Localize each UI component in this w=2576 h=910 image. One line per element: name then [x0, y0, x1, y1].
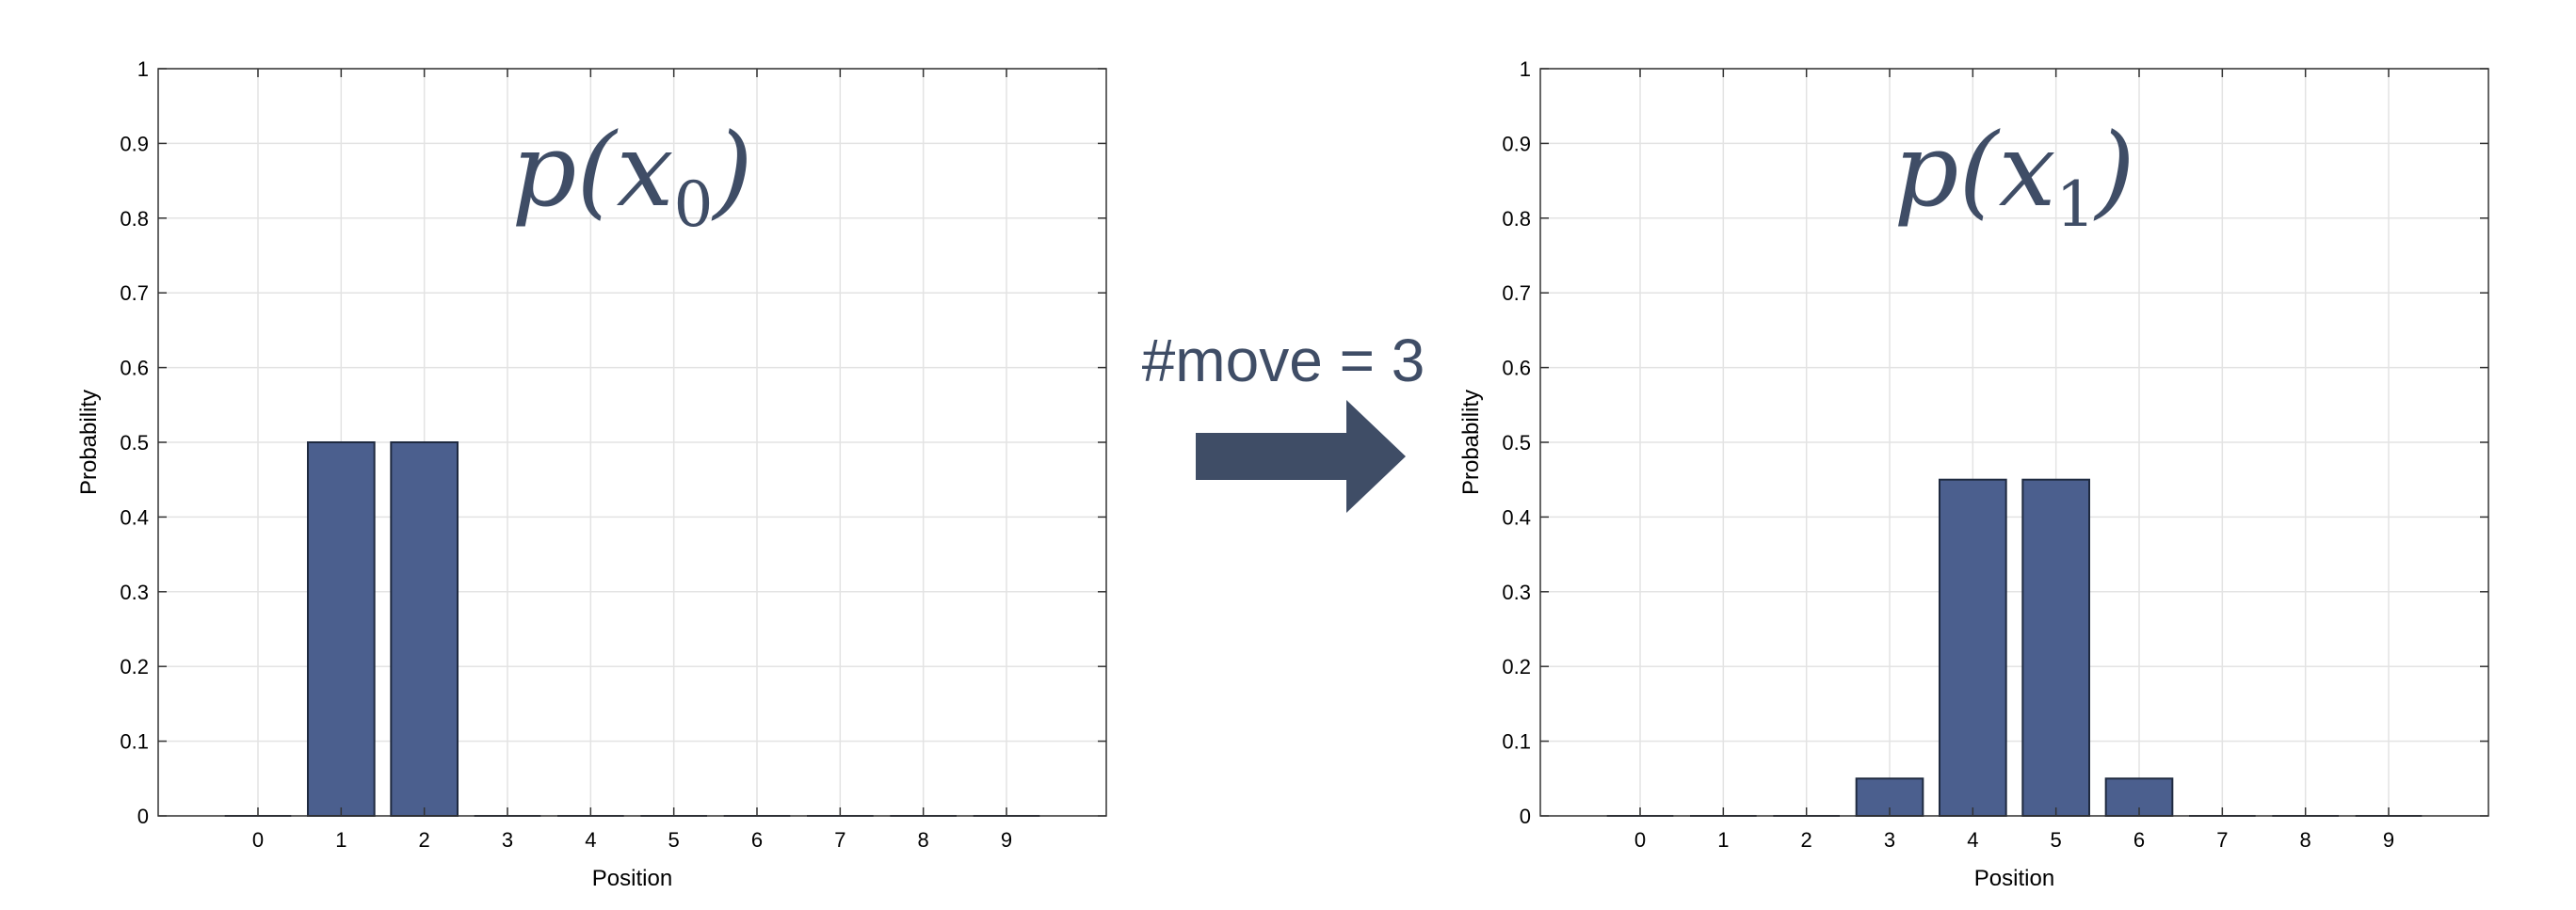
- x-tick-label: 7: [834, 828, 845, 852]
- right-arrow-icon: [1196, 400, 1406, 513]
- y-tick-label: 0.6: [1502, 357, 1531, 380]
- x-tick-label: 5: [2051, 828, 2062, 852]
- x-tick-label: 4: [585, 828, 596, 852]
- y-tick-label: 0.5: [120, 431, 149, 455]
- title-base: p(x: [1893, 112, 2055, 230]
- x-tick-label: 9: [2383, 828, 2394, 852]
- y-tick-label: 0.9: [120, 132, 149, 155]
- x-axis-label: Position: [1974, 866, 2054, 891]
- y-tick-label: 0.2: [120, 655, 149, 679]
- x-tick-label: 2: [419, 828, 430, 852]
- x-tick-label: 6: [2133, 828, 2145, 852]
- x-axis-label: Position: [592, 866, 672, 891]
- y-tick-label: 0.7: [1502, 281, 1531, 305]
- x-tick-label: 0: [252, 828, 264, 852]
- x-tick-label: 1: [1717, 828, 1729, 852]
- x-tick-label: 0: [1634, 828, 1646, 852]
- x-tick-label: 6: [751, 828, 763, 852]
- chart-right: 00.10.20.30.40.50.60.70.80.910 1 2 3 4 5 6 7 8 9 …: [1458, 57, 2489, 891]
- bar-1: [307, 441, 376, 817]
- y-tick-label: 0.4: [120, 505, 149, 529]
- y-tick-label: 0.3: [120, 581, 149, 604]
- move-count-label: #move = 3: [1142, 327, 1425, 394]
- y-tick-label: 1: [1520, 57, 1531, 81]
- y-tick-label: 0.8: [120, 207, 149, 231]
- y-tick-label: 0.8: [1502, 207, 1531, 231]
- y-tick-label: 0.4: [1502, 505, 1531, 529]
- y-tick-label: 1: [137, 57, 149, 81]
- bar-4: [1939, 478, 2007, 817]
- y-tick-label: 0.3: [1502, 581, 1531, 604]
- y-tick-label: 0: [1520, 805, 1531, 828]
- y-tick-label: 0.2: [1502, 655, 1531, 679]
- x-tick-label: 4: [1967, 828, 1978, 852]
- title-subscript: 1: [2056, 168, 2096, 241]
- y-tick-label: 0.1: [120, 730, 149, 754]
- y-tick-label: 0: [137, 805, 149, 828]
- chart-title: p(x0): [511, 112, 752, 241]
- x-tick-label: 9: [1001, 828, 1012, 852]
- chart-title: p(x1): [1893, 112, 2134, 241]
- x-tick-label: 7: [2216, 828, 2228, 852]
- y-axis-label: Probability: [76, 390, 102, 495]
- bar-2: [390, 441, 459, 817]
- x-tick-label: 2: [1801, 828, 1812, 852]
- x-tick-label: 3: [1884, 828, 1895, 852]
- chart-left: 00.10.20.30.40.50.60.70.80.910 1 2 3 4 5 6 7 8 9 …: [76, 57, 1107, 891]
- title-subscript: 0: [674, 168, 714, 241]
- y-tick-label: 0.6: [120, 357, 149, 380]
- y-tick-label: 0.7: [120, 281, 149, 305]
- title-close: ): [712, 112, 753, 230]
- x-tick-label: 8: [918, 828, 929, 852]
- y-tick-label: 0.9: [1502, 132, 1531, 155]
- figure-canvas: 00.10.20.30.40.50.60.70.80.910 1 2 3 4 5 6 7 8 9 …: [76, 57, 2489, 891]
- title-base: p(x: [511, 112, 673, 230]
- y-tick-label: 0.5: [1502, 431, 1531, 455]
- x-tick-label: 3: [502, 828, 513, 852]
- y-tick-label: 0.1: [1502, 730, 1531, 754]
- x-tick-label: 8: [2300, 828, 2311, 852]
- x-tick-label: 1: [335, 828, 346, 852]
- y-axis-label: Probability: [1458, 390, 1484, 495]
- bar-5: [2021, 478, 2090, 817]
- x-tick-label: 5: [668, 828, 680, 852]
- title-close: ): [2094, 112, 2135, 230]
